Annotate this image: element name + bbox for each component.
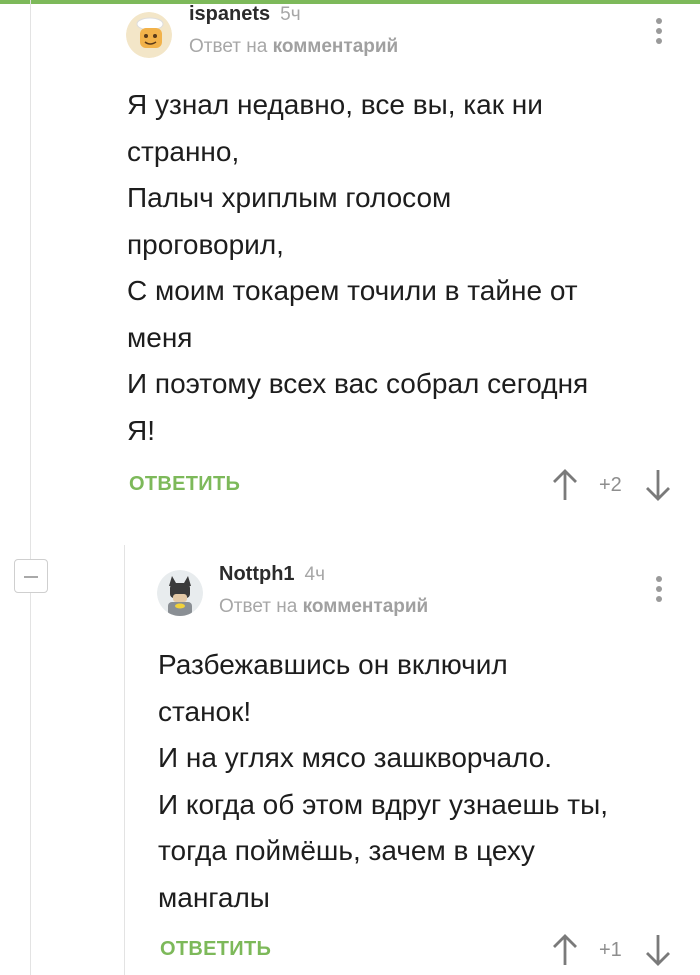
comment-line: мангалы — [158, 881, 270, 913]
batman-avatar — [157, 570, 203, 616]
comment-line: Разбежавшись он включил — [158, 649, 508, 680]
reply-to-label: Ответ на комментарий — [219, 596, 428, 618]
arrow-up-icon[interactable] — [551, 933, 579, 967]
comment-line: И на углях мясо зашкворчало. — [158, 742, 553, 773]
comment-body: Разбежавшись он включил станок! И на угл… — [158, 642, 608, 921]
author-name[interactable]: Nottph1 — [219, 563, 295, 586]
comment: Nottph1 4ч Ответ на комментарий Разбежав… — [0, 0, 700, 975]
reply-prefix: Ответ на — [219, 596, 298, 617]
arrow-down-icon[interactable] — [644, 933, 672, 967]
comment-line: тогда поймёшь, зачем в цеху — [158, 835, 535, 866]
comment-line: И когда об этом вдруг узнаешь ты, — [158, 788, 609, 820]
rating-score: +1 — [599, 939, 622, 961]
reply-target-link[interactable]: комментарий — [303, 596, 429, 617]
avatar[interactable] — [157, 570, 203, 616]
more-vertical-icon[interactable] — [655, 576, 663, 608]
reply-button[interactable]: ОТВЕТИТЬ — [160, 938, 271, 961]
comment-time: 4ч — [304, 564, 326, 585]
comment-line: станок! — [158, 695, 252, 727]
